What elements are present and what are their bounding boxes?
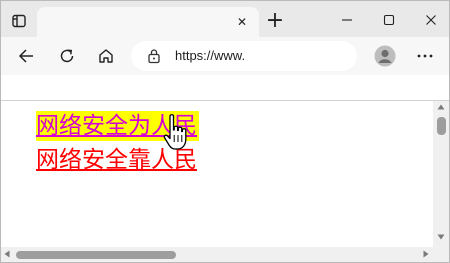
horizontal-scroll-thumb[interactable] [16,251,176,259]
close-icon: ✕ [236,15,248,29]
scroll-down-arrow-icon[interactable] [437,234,445,240]
more-icon [417,54,433,58]
scroll-right-arrow-icon[interactable] [423,250,429,258]
toolbar: https://www. [1,37,449,75]
window-close-button[interactable] [418,7,444,33]
horizontal-scrollbar[interactable] [1,247,433,262]
new-tab-button[interactable]: + [264,10,286,32]
hand-pointer-icon [163,114,187,150]
vertical-scroll-thumb[interactable] [437,117,446,135]
browser-window: ✕ + https://www. 网络安全为人民 网络安全靠人民 [0,0,450,263]
home-icon [99,49,113,63]
tab-close-button[interactable]: ✕ [231,11,253,33]
minimize-icon [342,19,352,21]
tab-strip: ✕ + [1,1,449,37]
maximize-button[interactable] [376,7,402,33]
maximize-icon [383,14,395,26]
scroll-left-arrow-icon[interactable] [4,250,10,258]
plus-icon: + [265,8,285,33]
url-text[interactable]: https://www. [175,48,245,63]
minimize-button[interactable] [334,7,360,33]
scrollbar-corner [433,247,449,262]
profile-button[interactable] [374,45,396,67]
profile-icon [374,45,396,67]
page-content: 网络安全为人民 网络安全靠人民 [1,101,433,247]
window-close-icon [426,15,436,25]
back-button[interactable] [13,43,39,69]
address-bar[interactable]: https://www. [131,41,357,71]
home-button[interactable] [93,43,119,69]
vertical-scrollbar[interactable] [433,101,449,247]
refresh-button[interactable] [54,43,80,69]
refresh-icon [60,49,74,63]
active-tab[interactable]: ✕ [37,7,259,37]
tab-actions-icon[interactable] [7,9,31,33]
lock-icon[interactable] [145,47,163,65]
scroll-up-arrow-icon[interactable] [437,104,445,110]
back-arrow-icon [18,49,33,63]
more-button[interactable] [414,45,436,67]
